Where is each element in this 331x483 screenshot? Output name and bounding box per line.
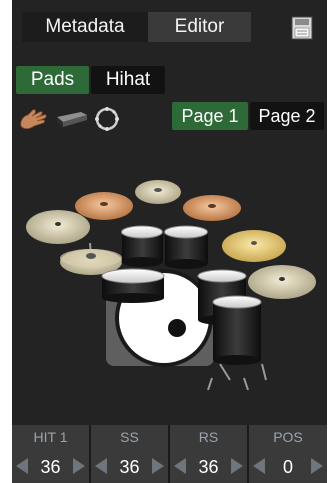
hand-icon[interactable] [18, 106, 50, 132]
tab-pads[interactable]: Pads [16, 66, 89, 94]
increment-arrow-icon[interactable] [73, 458, 85, 474]
increment-arrow-icon[interactable] [231, 458, 243, 474]
top-tab-bar: Metadata Editor [12, 12, 327, 42]
cymbal[interactable] [135, 180, 181, 204]
tom[interactable] [121, 225, 164, 267]
increment-arrow-icon[interactable] [152, 458, 164, 474]
tab-page-2[interactable]: Page 2 [250, 102, 324, 130]
cymbal[interactable] [248, 265, 316, 299]
param-hit1: HIT 1 36 [12, 425, 89, 483]
drum-kit [26, 180, 316, 390]
floor-tom[interactable] [212, 295, 262, 365]
param-label: RS [198, 429, 219, 445]
tab-hihat[interactable]: Hihat [91, 66, 165, 94]
increment-arrow-icon[interactable] [311, 458, 323, 474]
cymbal[interactable] [183, 195, 241, 221]
parameter-bar: HIT 1 36 SS 36 RS 36 POS 0 [12, 425, 327, 483]
snare[interactable] [101, 268, 165, 303]
tab-page-1[interactable]: Page 1 [172, 102, 248, 130]
tom[interactable] [164, 225, 209, 269]
stick-icon[interactable] [55, 108, 89, 130]
param-label: SS [120, 429, 139, 445]
param-rs: RS 36 [170, 425, 247, 483]
cymbal[interactable] [222, 230, 286, 262]
save-icon[interactable] [291, 16, 313, 40]
tab-metadata[interactable]: Metadata [22, 12, 148, 42]
app-window: Metadata Editor Pads Hihat Page 1 Page 2 [12, 0, 327, 483]
tab-editor[interactable]: Editor [148, 12, 251, 42]
param-label: HIT 1 [33, 429, 68, 445]
cymbal[interactable] [26, 210, 90, 244]
param-label: POS [273, 429, 303, 445]
param-ss: SS 36 [91, 425, 168, 483]
param-pos: POS 0 [249, 425, 327, 483]
cymbal[interactable] [75, 192, 133, 220]
tambourine-icon[interactable] [94, 106, 120, 132]
